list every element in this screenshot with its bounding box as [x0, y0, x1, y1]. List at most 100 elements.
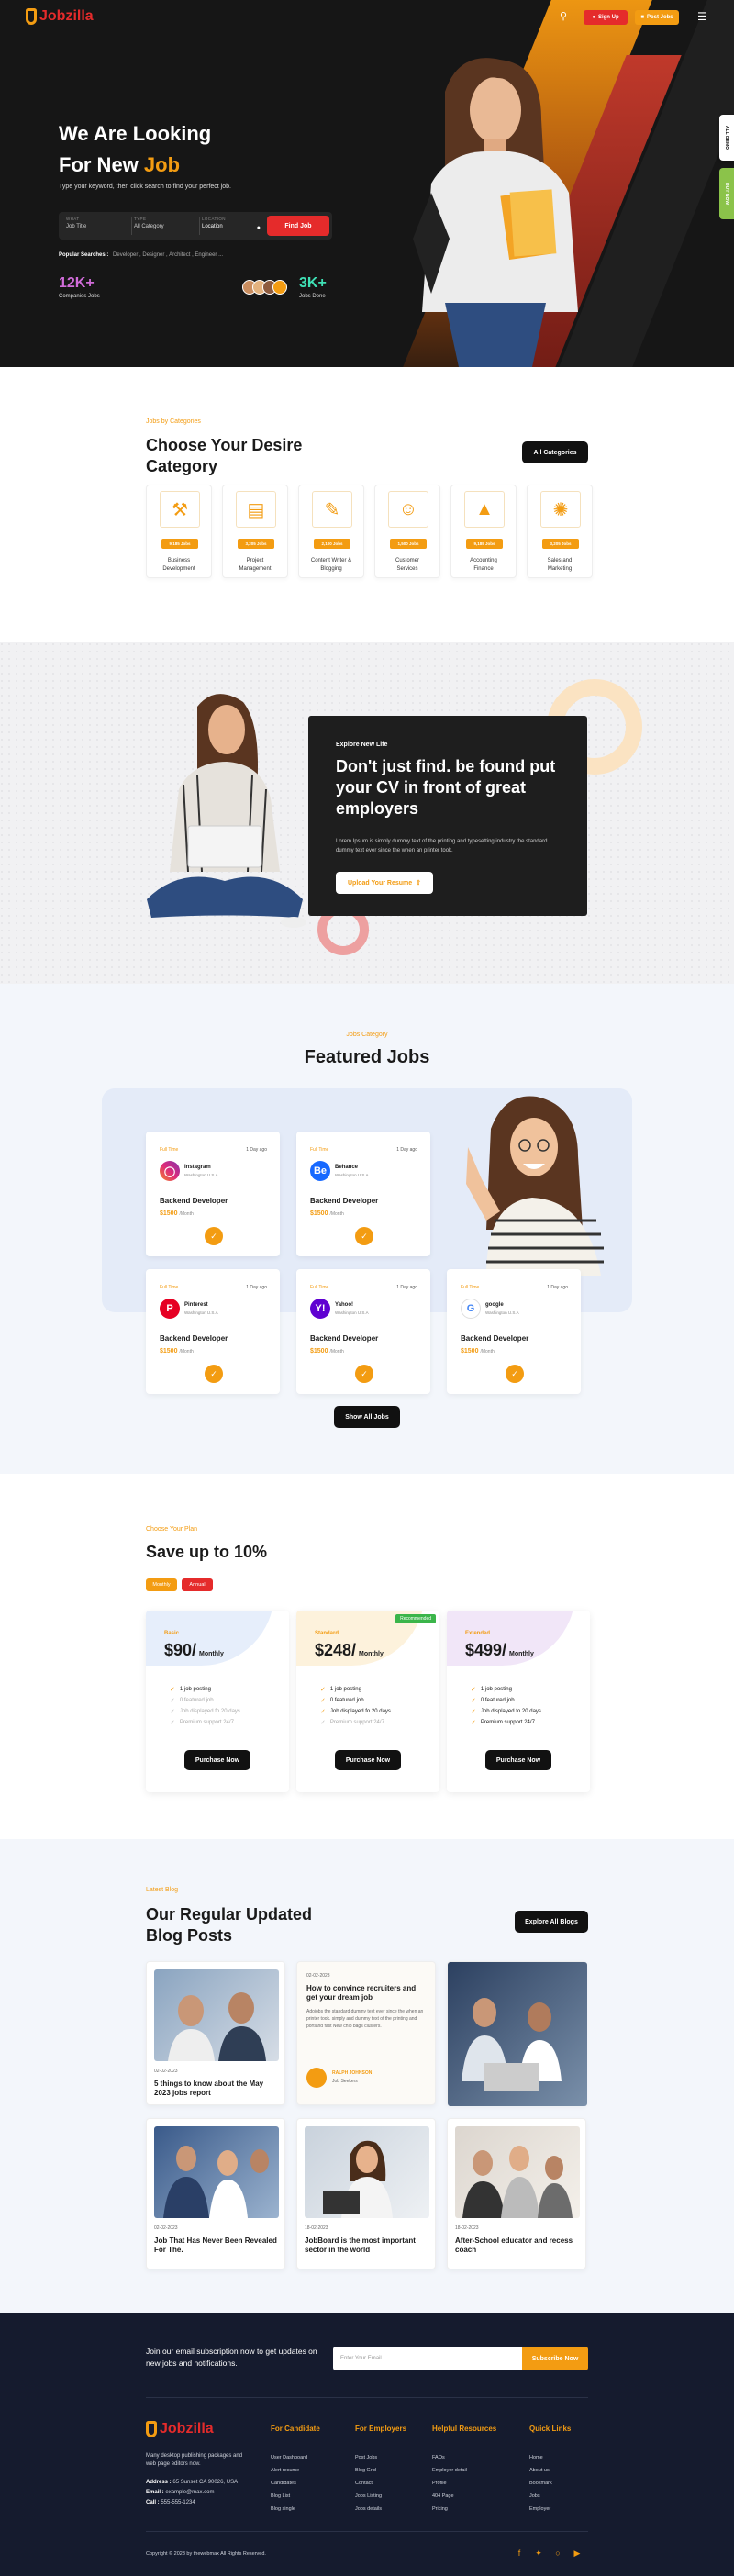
purchase-button[interactable]: Purchase Now [335, 1750, 401, 1770]
footer-link[interactable]: Employer [529, 2503, 552, 2515]
footer-link[interactable]: Bookmark [529, 2477, 552, 2490]
footer-link[interactable]: User Dashboard [271, 2451, 307, 2464]
category-card[interactable]: ☺ 1,500 Jobs Customer Services [374, 485, 440, 578]
email-input[interactable]: Enter Your Email [333, 2347, 522, 2370]
subscribe-button[interactable]: Subscribe Now [522, 2347, 588, 2370]
blog-photo [305, 2126, 429, 2218]
blog-card[interactable]: 02-02-2023 Job That Has Never Been Revea… [146, 2118, 285, 2269]
footer-link[interactable]: Jobs details [355, 2503, 382, 2515]
post-jobs-button[interactable]: ■ Post Jobs [635, 10, 679, 25]
facebook-icon[interactable]: f [515, 2548, 524, 2558]
youtube-icon[interactable]: ▶ [573, 2548, 582, 2558]
footer-link[interactable]: Blog single [271, 2503, 307, 2515]
job-card[interactable]: Full Time 1 Day ago ◯ Instagram Washington U… [146, 1132, 280, 1256]
twitter-icon[interactable]: ✦ [534, 2548, 543, 2558]
blog-card[interactable]: 18-02-2023 After-School educator and rec… [447, 2118, 586, 2269]
job-title[interactable]: Backend Developer [310, 1334, 378, 1343]
footer-link[interactable]: Candidates [271, 2477, 307, 2490]
plan-feature-text: 1 job posting [179, 1687, 211, 1692]
footer-link[interactable]: Blog List [271, 2490, 307, 2503]
footer-link[interactable]: Profile [432, 2477, 467, 2490]
all-categories-button[interactable]: All Categories [522, 441, 588, 463]
menu-hamburger-icon[interactable]: ☰ [697, 11, 707, 22]
job-title[interactable]: Backend Developer [160, 1197, 228, 1205]
apply-check-icon[interactable]: ✓ [355, 1365, 373, 1383]
category-jobs-badge: 3,205 Jobs [238, 539, 274, 549]
buy-now-tab[interactable]: BUY NOW [719, 168, 734, 219]
call-value[interactable]: 555-555-1234 [161, 2500, 195, 2505]
apply-check-icon[interactable]: ✓ [506, 1365, 524, 1383]
search-icon[interactable]: ⚲ [560, 10, 567, 22]
explore-blogs-button[interactable]: Explore All Blogs [515, 1911, 588, 1933]
featured-eyebrow: Jobs Category [346, 1032, 388, 1038]
signup-button[interactable]: ● Sign Up [584, 10, 628, 25]
category-name-line1: Customer [395, 558, 419, 563]
instagram-icon[interactable]: ○ [553, 2548, 562, 2558]
category-card[interactable]: ⚒ 9,185 Jobs Business Development [146, 485, 212, 578]
blog-card-featured[interactable]: 02-02-2023 How to convince recruiters an… [296, 1961, 436, 2105]
blog-title[interactable]: How to convince recruiters and get your … [306, 1984, 428, 2002]
footer-link[interactable]: Contact [355, 2477, 382, 2490]
all-demo-tab[interactable]: ALL DEMO [719, 115, 734, 161]
blog-image-card[interactable] [447, 1961, 587, 2106]
location-field[interactable]: LOCATION Location ● [202, 217, 262, 235]
footer-link[interactable]: Employer detail [432, 2464, 467, 2477]
header-logo[interactable]: Jobzilla [26, 8, 94, 25]
job-date: 1 Day ago [246, 1147, 267, 1153]
footer-link[interactable]: FAQs [432, 2451, 467, 2464]
footer-link[interactable]: Alert resume [271, 2464, 307, 2477]
what-input[interactable]: Job Title [66, 224, 130, 229]
category-card[interactable]: ✎ 2,100 Jobs Content Writer & Blogging [298, 485, 364, 578]
footer-link[interactable]: 404 Page [432, 2490, 467, 2503]
plan-card: Standard $248/Monthly Recommended ✓ 1 job po… [296, 1611, 439, 1792]
apply-check-icon[interactable]: ✓ [205, 1365, 223, 1383]
blog-title[interactable]: 5 things to know about the May 2023 jobs… [154, 2080, 279, 2098]
salary-amount: $1500 [160, 1210, 178, 1217]
footer-link[interactable]: Post Jobs [355, 2451, 382, 2464]
toggle-monthly[interactable]: Monthly [146, 1578, 177, 1591]
footer-bottom-divider [146, 2531, 588, 2532]
footer-link[interactable]: Blog Grid [355, 2464, 382, 2477]
job-title[interactable]: Backend Developer [160, 1334, 228, 1343]
category-icon: ✺ [540, 491, 581, 528]
show-all-jobs-button[interactable]: Show All Jobs [334, 1406, 400, 1428]
purchase-button[interactable]: Purchase Now [184, 1750, 250, 1770]
blog-card[interactable]: 02-02-2023 5 things to know about the Ma… [146, 1961, 285, 2105]
email-value[interactable]: example@max.com [165, 2490, 214, 2495]
category-card[interactable]: ✺ 3,205 Jobs Sales and Marketing [527, 485, 593, 578]
toggle-annual[interactable]: Annual [182, 1578, 213, 1591]
blog-title[interactable]: Job That Has Never Been Revealed For The… [154, 2236, 279, 2255]
apply-check-icon[interactable]: ✓ [205, 1227, 223, 1245]
plan-feature: ✓ 1 job posting [320, 1684, 391, 1695]
location-input[interactable]: Location [202, 224, 262, 229]
job-card[interactable]: Full Time 1 Day ago Be Behance Washington U.… [296, 1132, 430, 1256]
job-card[interactable]: Full Time 1 Day ago P Pinterest Washington U… [146, 1269, 280, 1394]
upload-icon: ⇧ [416, 880, 422, 887]
type-select[interactable]: TYPE All Category [134, 217, 200, 235]
blog-title[interactable]: After-School educator and recess coach [455, 2236, 580, 2255]
footer-link[interactable]: Jobs [529, 2490, 552, 2503]
footer-link[interactable]: Home [529, 2451, 552, 2464]
blog-photo-people [163, 2146, 269, 2218]
find-job-button[interactable]: Find Job [267, 216, 329, 236]
check-icon: ✓ [471, 1698, 476, 1704]
blog-title[interactable]: JobBoard is the most important sector in… [305, 2236, 429, 2255]
footer-column-title: Helpful Resources [432, 2425, 497, 2433]
footer-link[interactable]: Jobs Listing [355, 2490, 382, 2503]
category-jobs-badge: 9,185 Jobs [161, 539, 198, 549]
blog-card[interactable]: 18-02-2023 JobBoard is the most importan… [296, 2118, 436, 2269]
popular-terms[interactable]: Developer , Designer , Architect , Engin… [113, 252, 223, 258]
category-card[interactable]: ▤ 3,205 Jobs Project Management [222, 485, 288, 578]
job-card[interactable]: Full Time 1 Day ago Y! Yahoo! Washington U.S… [296, 1269, 430, 1394]
job-title[interactable]: Backend Developer [310, 1197, 378, 1205]
footer-logo[interactable]: Jobzilla [146, 2421, 214, 2437]
job-title[interactable]: Backend Developer [461, 1334, 528, 1343]
footer-link[interactable]: Pricing [432, 2503, 467, 2515]
job-card[interactable]: Full Time 1 Day ago Ggoogle Washington U.S.… [447, 1269, 581, 1394]
category-card[interactable]: ▲ 9,185 Jobs Accounting Finance [450, 485, 517, 578]
apply-check-icon[interactable]: ✓ [355, 1227, 373, 1245]
upload-resume-button[interactable]: Upload Your Resume ⇧ [336, 872, 433, 894]
what-field[interactable]: WHAT Job Title [66, 217, 132, 235]
purchase-button[interactable]: Purchase Now [485, 1750, 551, 1770]
footer-link[interactable]: About us [529, 2464, 552, 2477]
